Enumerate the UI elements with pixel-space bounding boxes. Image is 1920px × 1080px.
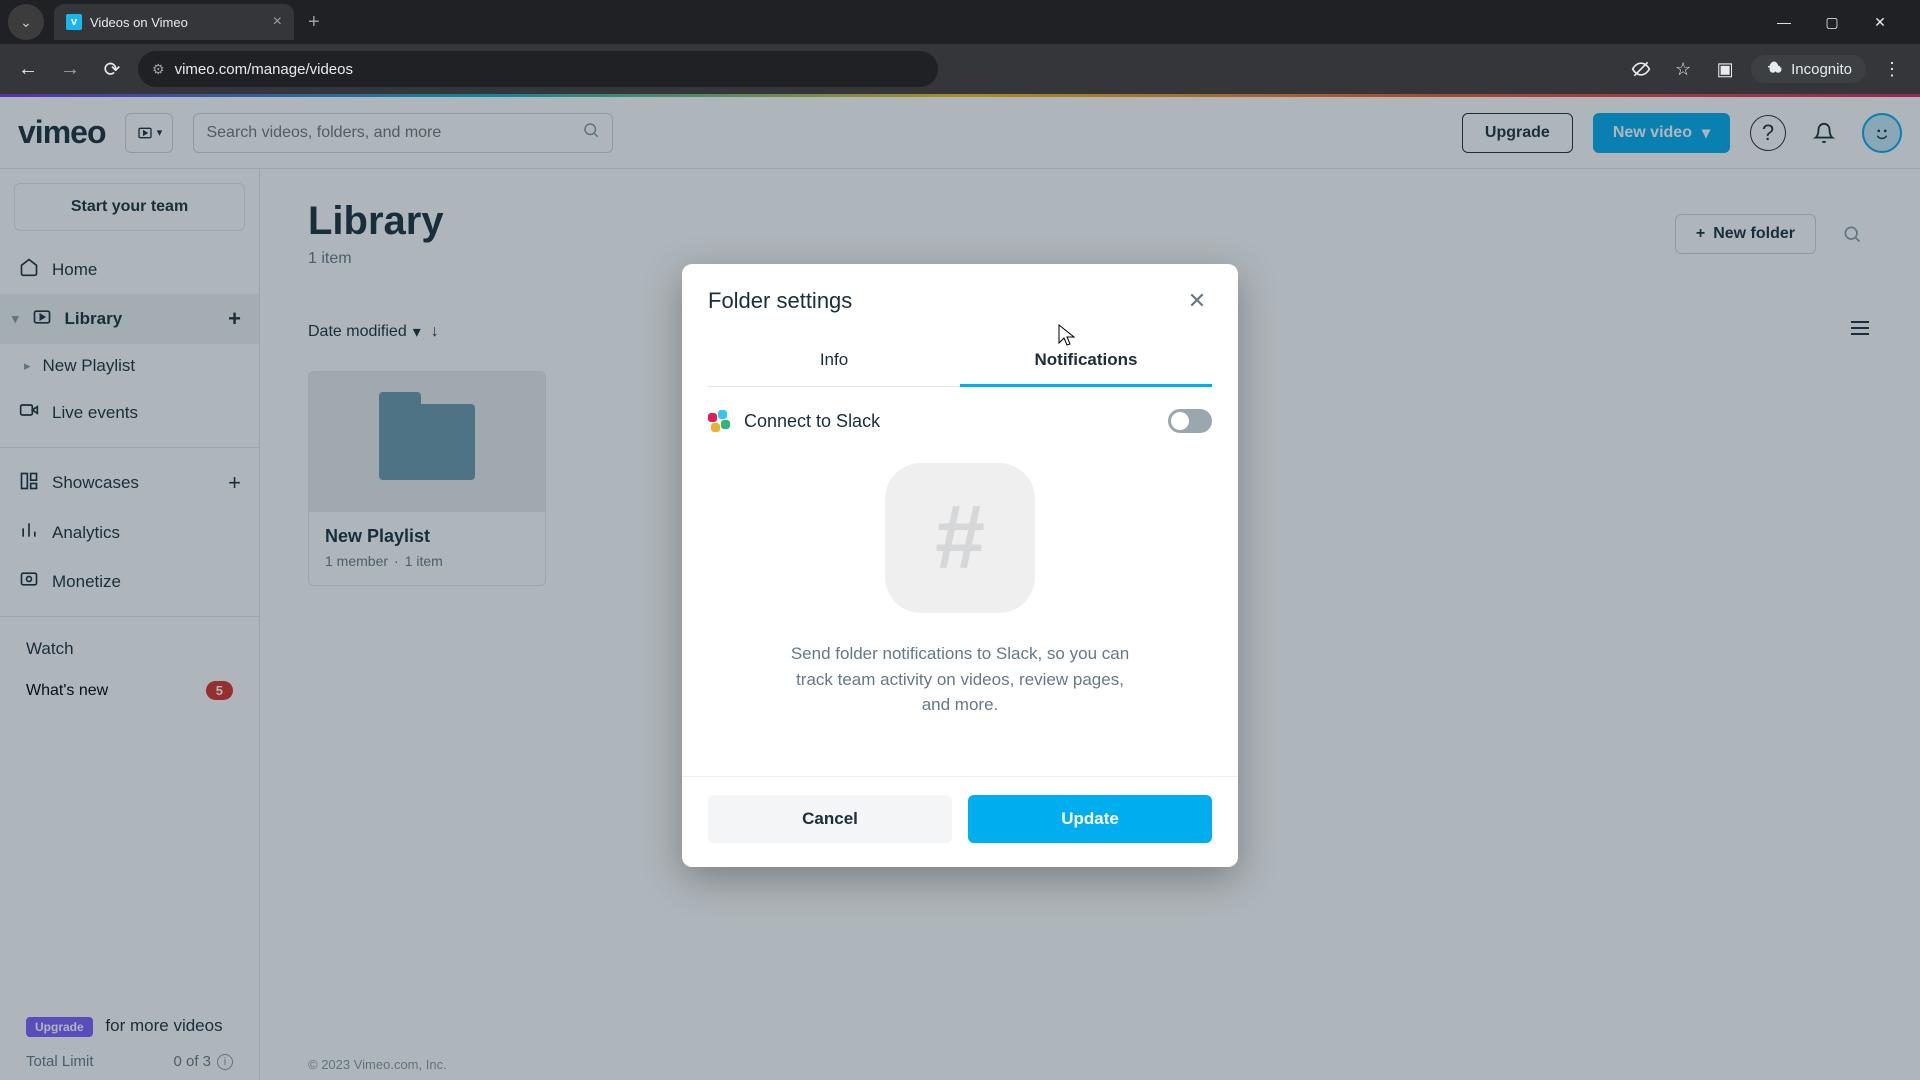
bookmark-icon[interactable]: ☆ (1667, 53, 1699, 85)
update-button[interactable]: Update (968, 795, 1212, 843)
slack-toggle[interactable] (1168, 409, 1212, 433)
close-icon[interactable]: ✕ (1182, 286, 1212, 316)
close-window-icon[interactable]: ✕ (1868, 14, 1892, 31)
url-field[interactable]: ⚙ vimeo.com/manage/videos (138, 51, 938, 87)
browser-chrome: ⌄ v Videos on Vimeo × + — ▢ ✕ ← → ⟳ ⚙ vi… (0, 0, 1920, 94)
modal-scrim[interactable]: Folder settings ✕ Info Notifications Con… (0, 94, 1920, 1080)
forward-button: → (54, 53, 86, 85)
modal-tabs: Info Notifications (682, 336, 1238, 387)
tab-notifications[interactable]: Notifications (960, 336, 1212, 387)
vimeo-favicon: v (66, 14, 82, 30)
tab-info[interactable]: Info (708, 336, 960, 387)
browser-tab[interactable]: v Videos on Vimeo × (54, 4, 294, 40)
incognito-indicator[interactable]: Incognito (1751, 55, 1866, 83)
tab-search-button[interactable]: ⌄ (8, 4, 44, 40)
incognito-label: Incognito (1791, 61, 1852, 78)
maximize-icon[interactable]: ▢ (1820, 14, 1844, 31)
modal-title: Folder settings (708, 288, 852, 314)
slack-icon (708, 410, 730, 432)
connect-slack-row: Connect to Slack (708, 409, 1212, 433)
window-controls: — ▢ ✕ (1772, 14, 1912, 31)
folder-settings-modal: Folder settings ✕ Info Notifications Con… (682, 264, 1238, 867)
connect-slack-label: Connect to Slack (744, 411, 880, 432)
reload-button[interactable]: ⟳ (96, 53, 128, 85)
url-text: vimeo.com/manage/videos (175, 61, 353, 78)
modal-body: Connect to Slack # Send folder notificat… (682, 387, 1238, 748)
tab-strip: ⌄ v Videos on Vimeo × + — ▢ ✕ (0, 0, 1920, 44)
modal-description: Send folder notifications to Slack, so y… (780, 641, 1140, 718)
back-button[interactable]: ← (12, 53, 44, 85)
site-settings-icon[interactable]: ⚙ (152, 61, 165, 78)
modal-illustration-area: # Send folder notifications to Slack, so… (708, 433, 1212, 726)
side-panel-icon[interactable]: ▣ (1709, 53, 1741, 85)
minimize-icon[interactable]: — (1772, 14, 1796, 31)
chrome-menu-icon[interactable]: ⋮ (1876, 53, 1908, 85)
address-bar: ← → ⟳ ⚙ vimeo.com/manage/videos ☆ ▣ Inco… (0, 44, 1920, 94)
close-tab-icon[interactable]: × (273, 13, 282, 31)
cancel-button[interactable]: Cancel (708, 795, 952, 843)
new-tab-button[interactable]: + (296, 11, 332, 34)
tab-title: Videos on Vimeo (90, 15, 188, 30)
modal-footer: Cancel Update (682, 776, 1238, 867)
tracking-blocked-icon[interactable] (1625, 53, 1657, 85)
hash-icon: # (885, 463, 1035, 613)
modal-header: Folder settings ✕ (682, 264, 1238, 328)
